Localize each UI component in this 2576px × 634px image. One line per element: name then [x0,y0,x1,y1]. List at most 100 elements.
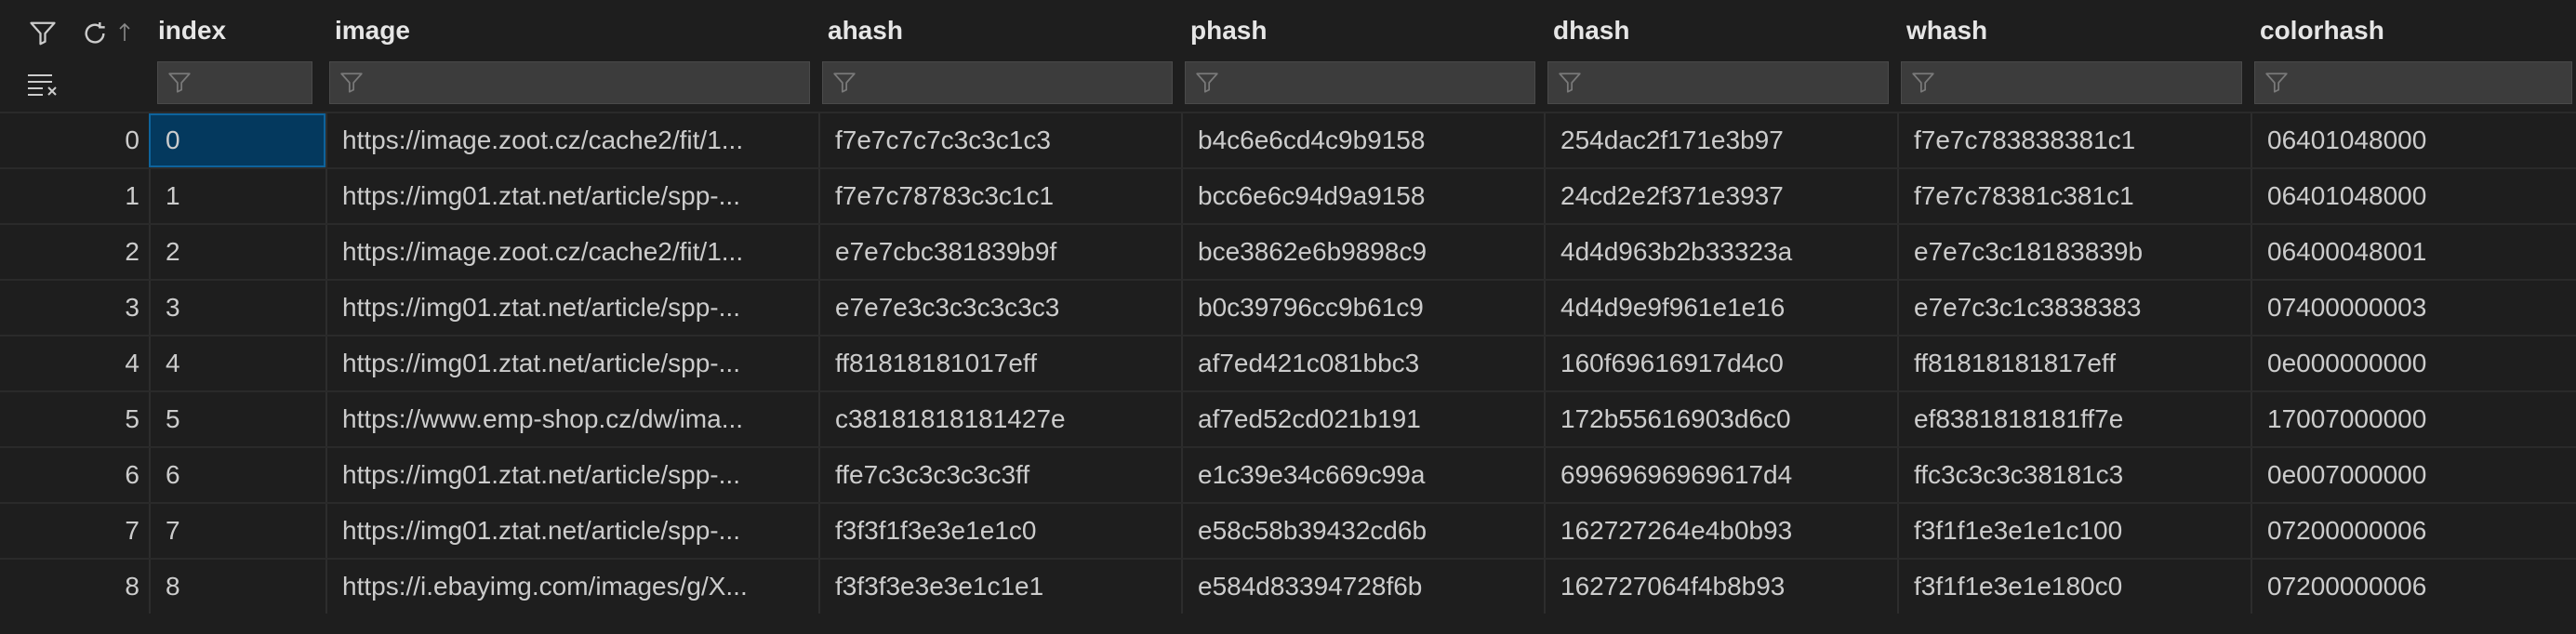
column-header-whash[interactable]: whash [1897,0,2251,61]
cell-dhash[interactable]: 254dac2f171e3b97 [1544,113,1897,167]
clear-filters-icon[interactable] [24,69,61,100]
table-row[interactable]: 6 6 https://img01.ztat.net/article/spp-.… [0,446,2576,502]
cell-whash[interactable]: f7e7c783838381c1 [1897,113,2251,167]
cell-whash[interactable]: f3f1f1e3e1e180c0 [1897,560,2251,614]
refresh-icon[interactable] [78,17,112,50]
cell-dhash[interactable]: 162727264e4b0b93 [1544,504,1897,558]
cell-ahash[interactable]: f3f3f1f3e3e1e1c0 [818,504,1181,558]
cell-whash[interactable]: e7e7c3c1c3838383 [1897,281,2251,335]
cell-whash[interactable]: ff81818181817eff [1897,337,2251,390]
cell-dhash[interactable]: 162727064f4b8b93 [1544,560,1897,614]
cell-image[interactable]: https://image.zoot.cz/cache2/fit/1... [325,225,818,279]
cell-index[interactable]: 8 [149,560,325,614]
cell-image[interactable]: https://img01.ztat.net/article/spp-... [325,448,818,502]
row-number: 3 [125,293,139,322]
table-row[interactable]: 0 0 https://image.zoot.cz/cache2/fit/1..… [0,112,2576,167]
cell-image[interactable]: https://i.ebayimg.com/images/g/X... [325,560,818,614]
cell-index[interactable]: 1 [149,169,325,223]
filter-input-index[interactable] [153,61,316,112]
cell-phash[interactable]: bcc6e6c94d9a9158 [1181,169,1544,223]
filter-funnel-icon [167,71,192,95]
column-header-colorhash[interactable]: colorhash [2251,0,2576,61]
cell-whash[interactable]: ef8381818181ff7e [1897,392,2251,446]
column-header-ahash[interactable]: ahash [818,0,1181,61]
filter-input-image[interactable] [325,61,814,112]
cell-phash[interactable]: e584d83394728f6b [1181,560,1544,614]
cell-image[interactable]: https://img01.ztat.net/article/spp-... [325,281,818,335]
cell-phash[interactable]: af7ed421c081bbc3 [1181,337,1544,390]
filter-input-phash[interactable] [1181,61,1539,112]
cell-image[interactable]: https://img01.ztat.net/article/spp-... [325,337,818,390]
cell-phash[interactable]: e58c58b39432cd6b [1181,504,1544,558]
cell-colorhash[interactable]: 06401048000 [2251,113,2576,167]
filter-input-whash[interactable] [1897,61,2246,112]
filter-input-ahash[interactable] [818,61,1176,112]
cell-phash[interactable]: e1c39e34c669c99a [1181,448,1544,502]
cell-dhash[interactable]: 4d4d963b2b33323a [1544,225,1897,279]
cell-dhash[interactable]: 69969696969617d4 [1544,448,1897,502]
cell-index[interactable]: 5 [149,392,325,446]
cell-ahash[interactable]: ff81818181017eff [818,337,1181,390]
cell-index[interactable]: 7 [149,504,325,558]
cell-index[interactable]: 0 [149,113,325,167]
cell-dhash[interactable]: 160f69616917d4c0 [1544,337,1897,390]
cell-phash[interactable]: bce3862e6b9898c9 [1181,225,1544,279]
cell-colorhash[interactable]: 07200000006 [2251,504,2576,558]
column-header-index[interactable]: index [149,0,325,61]
cell-ahash[interactable]: f7e7c7c7c3c3c1c3 [818,113,1181,167]
cell-index[interactable]: 2 [149,225,325,279]
cell-colorhash[interactable]: 06401048000 [2251,169,2576,223]
cell-colorhash[interactable]: 07200000006 [2251,560,2576,614]
cell-whash[interactable]: f3f1f1e3e1e1c100 [1897,504,2251,558]
cell-colorhash[interactable]: 0e000000000 [2251,337,2576,390]
filter-funnel-icon [832,71,856,95]
table-row[interactable]: 4 4 https://img01.ztat.net/article/spp-.… [0,335,2576,390]
filter-input-dhash[interactable] [1544,61,1892,112]
row-number: 1 [125,181,139,210]
table-row[interactable]: 5 5 https://www.emp-shop.cz/dw/ima... c3… [0,390,2576,446]
column-header-dhash[interactable]: dhash [1544,0,1897,61]
cell-phash[interactable]: b0c39796cc9b61c9 [1181,281,1544,335]
table-row[interactable]: 2 2 https://image.zoot.cz/cache2/fit/1..… [0,223,2576,279]
cell-ahash[interactable]: f7e7c78783c3c1c1 [818,169,1181,223]
filter-funnel-icon [339,71,364,95]
cell-phash[interactable]: af7ed52cd021b191 [1181,392,1544,446]
filter-funnel-icon [1558,71,1582,95]
table-row[interactable]: 3 3 https://img01.ztat.net/article/spp-.… [0,279,2576,335]
cell-index[interactable]: 6 [149,448,325,502]
cell-dhash[interactable]: 4d4d9e9f961e1e16 [1544,281,1897,335]
cell-image[interactable]: https://www.emp-shop.cz/dw/ima... [325,392,818,446]
column-header-row: index image ahash phash dhash whash colo… [0,0,2576,61]
cell-ahash[interactable]: e7e7cbc381839b9f [818,225,1181,279]
table-row[interactable]: 8 8 https://i.ebayimg.com/images/g/X... … [0,558,2576,614]
cell-colorhash[interactable]: 0e007000000 [2251,448,2576,502]
cell-ahash[interactable]: e7e7e3c3c3c3c3c3 [818,281,1181,335]
row-number: 7 [125,516,139,545]
cell-dhash[interactable]: 172b55616903d6c0 [1544,392,1897,446]
filter-icon[interactable] [26,17,60,50]
cell-whash[interactable]: e7e7c3c18183839b [1897,225,2251,279]
row-number: 2 [125,237,139,266]
column-header-phash[interactable]: phash [1181,0,1544,61]
column-header-image[interactable]: image [325,0,818,61]
cell-ahash[interactable]: ffe7c3c3c3c3c3ff [818,448,1181,502]
cell-colorhash[interactable]: 17007000000 [2251,392,2576,446]
cell-index[interactable]: 3 [149,281,325,335]
cell-dhash[interactable]: 24cd2e2f371e3937 [1544,169,1897,223]
cell-index[interactable]: 4 [149,337,325,390]
table-row[interactable]: 7 7 https://img01.ztat.net/article/spp-.… [0,502,2576,558]
cell-colorhash[interactable]: 07400000003 [2251,281,2576,335]
cell-image[interactable]: https://img01.ztat.net/article/spp-... [325,169,818,223]
cell-phash[interactable]: b4c6e6cd4c9b9158 [1181,113,1544,167]
cell-image[interactable]: https://img01.ztat.net/article/spp-... [325,504,818,558]
sort-arrow-icon[interactable] [115,19,134,45]
cell-ahash[interactable]: c38181818181427e [818,392,1181,446]
cell-colorhash[interactable]: 06400048001 [2251,225,2576,279]
cell-whash[interactable]: f7e7c78381c381c1 [1897,169,2251,223]
filter-funnel-icon [1911,71,1935,95]
cell-image[interactable]: https://image.zoot.cz/cache2/fit/1... [325,113,818,167]
filter-input-colorhash[interactable] [2251,61,2576,112]
cell-whash[interactable]: ffc3c3c3c38181c3 [1897,448,2251,502]
cell-ahash[interactable]: f3f3f3e3e3e1c1e1 [818,560,1181,614]
table-row[interactable]: 1 1 https://img01.ztat.net/article/spp-.… [0,167,2576,223]
